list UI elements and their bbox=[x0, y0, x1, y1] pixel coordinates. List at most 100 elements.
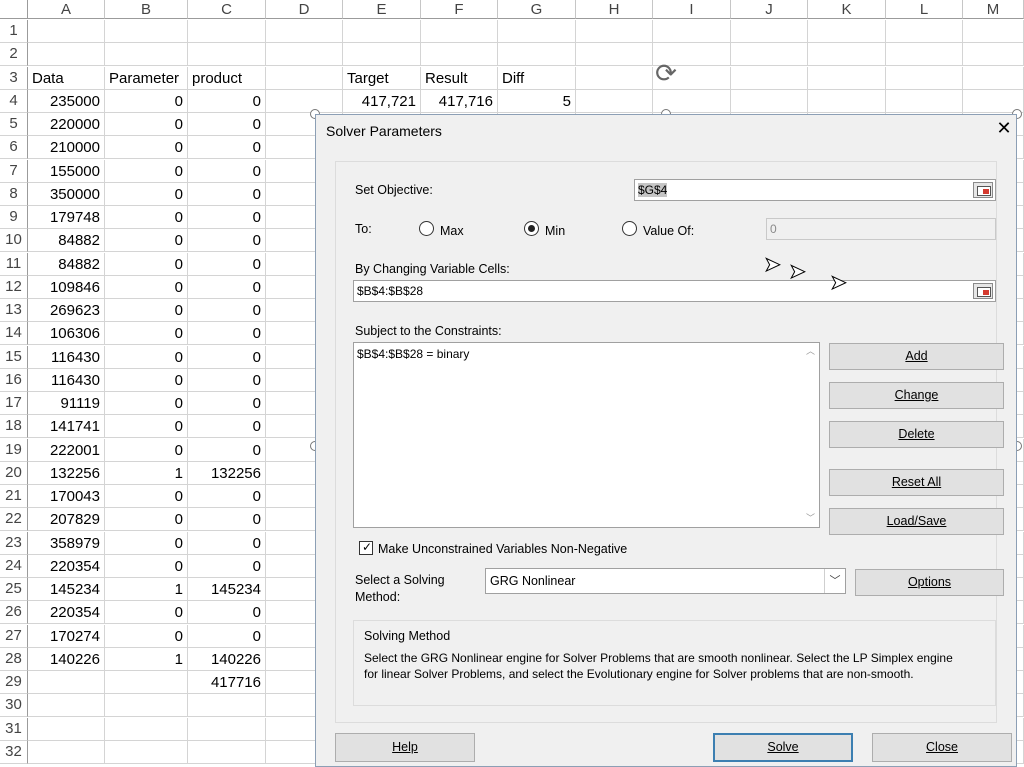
header-cell[interactable]: Diff bbox=[498, 66, 576, 90]
cell[interactable] bbox=[105, 43, 188, 67]
product-cell[interactable]: 0 bbox=[188, 252, 266, 276]
column-header-K[interactable]: K bbox=[808, 0, 886, 19]
cell[interactable] bbox=[731, 66, 808, 90]
diff-cell[interactable]: 5 bbox=[498, 89, 576, 113]
cell[interactable] bbox=[576, 43, 653, 67]
product-cell[interactable]: 0 bbox=[188, 485, 266, 508]
column-header-M[interactable]: M bbox=[963, 0, 1024, 19]
parameter-cell[interactable]: 0 bbox=[105, 182, 188, 206]
cell[interactable] bbox=[963, 43, 1024, 67]
row-header[interactable]: 21 bbox=[0, 485, 28, 508]
product-cell[interactable]: 0 bbox=[188, 136, 266, 160]
row-header[interactable]: 5 bbox=[0, 113, 28, 136]
column-header-D[interactable]: D bbox=[266, 0, 343, 19]
cell[interactable] bbox=[731, 89, 808, 113]
product-cell[interactable]: 132256 bbox=[188, 461, 266, 485]
reset-all-button[interactable]: Reset All bbox=[829, 469, 1004, 496]
scroll-down-icon[interactable]: ﹀ bbox=[802, 510, 819, 527]
product-cell[interactable]: 0 bbox=[188, 159, 266, 183]
solving-method-select[interactable]: GRG Nonlinear ﹀ bbox=[485, 568, 846, 594]
cell[interactable] bbox=[576, 20, 653, 43]
parameter-cell[interactable]: 0 bbox=[105, 299, 188, 322]
row-header[interactable]: 2 bbox=[0, 43, 28, 67]
cell[interactable] bbox=[266, 43, 343, 67]
range-select-icon[interactable] bbox=[973, 182, 993, 198]
parameter-cell[interactable]: 1 bbox=[105, 461, 188, 485]
row-header[interactable]: 22 bbox=[0, 508, 28, 532]
product-cell[interactable]: 0 bbox=[188, 415, 266, 439]
rotate-handle-icon[interactable]: ⟳ bbox=[651, 58, 681, 88]
column-header-H[interactable]: H bbox=[576, 0, 653, 19]
data-cell[interactable]: 179748 bbox=[28, 206, 105, 229]
cell[interactable] bbox=[188, 20, 266, 43]
load-save-button[interactable]: Load/Save bbox=[829, 508, 1004, 535]
parameter-cell[interactable]: 0 bbox=[105, 159, 188, 183]
cell[interactable] bbox=[28, 20, 105, 43]
result-cell[interactable]: 417,716 bbox=[421, 89, 498, 113]
cell[interactable] bbox=[188, 740, 266, 764]
parameter-cell[interactable]: 0 bbox=[105, 508, 188, 532]
parameter-cell[interactable]: 0 bbox=[105, 485, 188, 508]
product-cell[interactable]: 0 bbox=[188, 392, 266, 415]
cell[interactable] bbox=[188, 717, 266, 741]
cell[interactable] bbox=[886, 43, 963, 67]
data-cell[interactable]: 358979 bbox=[28, 531, 105, 555]
row-header[interactable]: 28 bbox=[0, 647, 28, 671]
cell[interactable] bbox=[963, 20, 1024, 43]
product-cell[interactable]: 0 bbox=[188, 438, 266, 462]
parameter-cell[interactable]: 0 bbox=[105, 554, 188, 578]
data-cell[interactable]: 84882 bbox=[28, 252, 105, 276]
cell[interactable] bbox=[576, 89, 653, 113]
range-select-icon[interactable] bbox=[973, 283, 993, 299]
solve-button[interactable]: Solve bbox=[713, 733, 853, 762]
row-header[interactable]: 3 bbox=[0, 66, 28, 90]
parameter-cell[interactable]: 0 bbox=[105, 322, 188, 346]
data-cell[interactable]: 220354 bbox=[28, 601, 105, 625]
product-cell[interactable]: 0 bbox=[188, 89, 266, 113]
column-header-L[interactable]: L bbox=[886, 0, 963, 19]
data-cell[interactable]: 220000 bbox=[28, 113, 105, 136]
scroll-up-icon[interactable]: ︿ bbox=[802, 343, 819, 360]
product-cell[interactable]: 0 bbox=[188, 206, 266, 229]
data-cell[interactable]: 269623 bbox=[28, 299, 105, 322]
cell[interactable] bbox=[266, 66, 343, 90]
cell[interactable] bbox=[886, 20, 963, 43]
column-header-A[interactable]: A bbox=[28, 0, 105, 19]
product-cell[interactable]: 0 bbox=[188, 601, 266, 625]
cell[interactable] bbox=[266, 89, 343, 113]
min-radio[interactable] bbox=[524, 221, 539, 236]
changing-cells-input[interactable]: $B$4:$B$28 bbox=[353, 280, 996, 302]
header-cell[interactable]: Data bbox=[28, 66, 105, 90]
product-cell[interactable]: 0 bbox=[188, 624, 266, 648]
product-cell[interactable]: 0 bbox=[188, 508, 266, 532]
row-header[interactable]: 23 bbox=[0, 531, 28, 555]
add-button[interactable]: Add bbox=[829, 343, 1004, 370]
parameter-cell[interactable]: 0 bbox=[105, 601, 188, 625]
cell[interactable] bbox=[886, 66, 963, 90]
data-cell[interactable]: 170043 bbox=[28, 485, 105, 508]
data-cell[interactable]: 210000 bbox=[28, 136, 105, 160]
cell[interactable] bbox=[28, 717, 105, 741]
product-cell[interactable]: 0 bbox=[188, 229, 266, 253]
delete-button[interactable]: Delete bbox=[829, 421, 1004, 448]
column-header-G[interactable]: G bbox=[498, 0, 576, 19]
cell[interactable] bbox=[28, 43, 105, 67]
row-header[interactable]: 32 bbox=[0, 740, 28, 764]
product-cell[interactable]: 0 bbox=[188, 182, 266, 206]
parameter-cell[interactable]: 0 bbox=[105, 206, 188, 229]
row-header[interactable]: 9 bbox=[0, 206, 28, 229]
cell[interactable] bbox=[28, 671, 105, 694]
data-cell[interactable]: 207829 bbox=[28, 508, 105, 532]
value-of-radio[interactable] bbox=[622, 221, 637, 236]
header-cell[interactable]: Target bbox=[343, 66, 421, 90]
constraint-item[interactable]: $B$4:$B$28 = binary bbox=[357, 347, 469, 361]
cell[interactable] bbox=[105, 694, 188, 718]
header-cell[interactable]: Result bbox=[421, 66, 498, 90]
total-cell[interactable]: 417716 bbox=[188, 671, 266, 694]
target-cell[interactable]: 417,721 bbox=[343, 89, 421, 113]
product-cell[interactable]: 145234 bbox=[188, 578, 266, 601]
row-header[interactable]: 14 bbox=[0, 322, 28, 346]
cell[interactable] bbox=[343, 43, 421, 67]
select-all-corner[interactable] bbox=[0, 0, 28, 19]
data-cell[interactable]: 141741 bbox=[28, 415, 105, 439]
